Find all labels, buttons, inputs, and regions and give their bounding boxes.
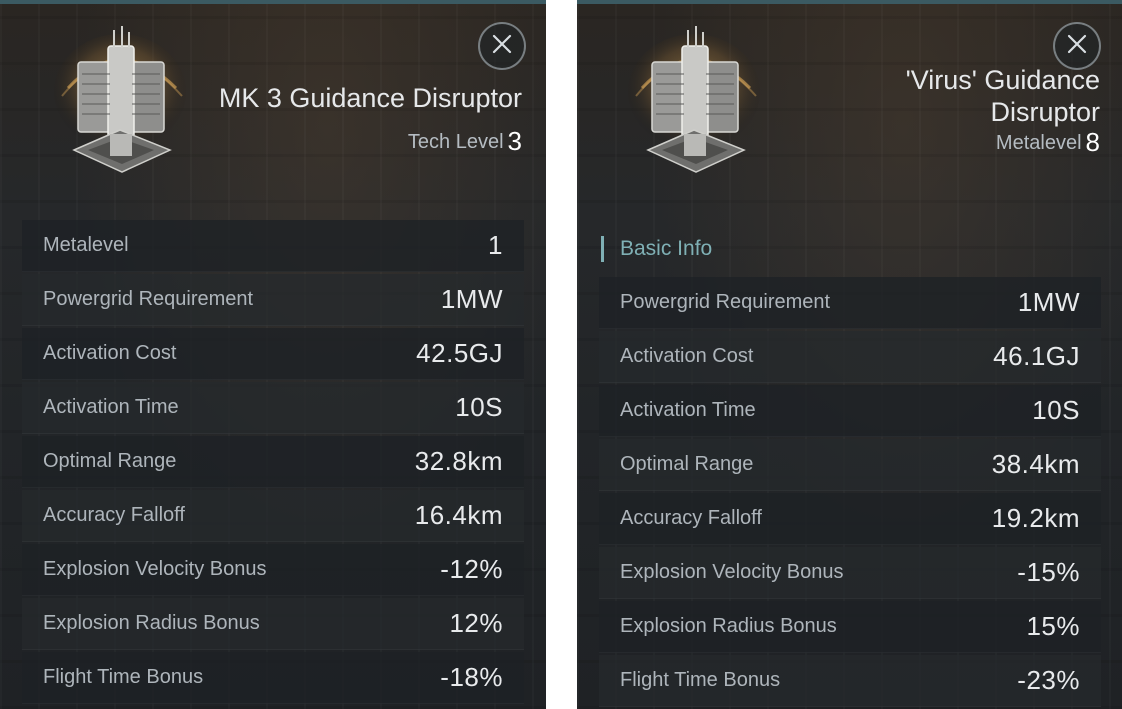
stat-row: Explosion Velocity Bonus -12% [22, 544, 524, 596]
stat-row: Explosion Radius Bonus 15% [599, 601, 1101, 653]
metalevel-value: 8 [1085, 127, 1100, 157]
close-icon [1066, 33, 1088, 59]
guidance-disruptor-module-icon [48, 22, 198, 182]
stat-label: Flight Time Bonus [43, 666, 204, 688]
stat-value: -18% [440, 662, 503, 692]
stat-value: 42.5GJ [416, 338, 503, 368]
stat-label: Optimal Range [620, 453, 754, 475]
stat-label: Powergrid Requirement [620, 291, 831, 313]
section-label: Basic Info [620, 237, 713, 260]
item-title: 'Virus' Guidance Disruptor [905, 65, 1100, 127]
stat-label: Explosion Radius Bonus [620, 615, 837, 637]
stats-table: Powergrid Requirement 1MW Activation Cost… [599, 277, 1101, 709]
stat-row: Optimal Range 38.4km [599, 439, 1101, 491]
stat-label: Activation Time [620, 399, 756, 421]
stat-label: Metalevel [43, 234, 129, 256]
metalevel: Metalevel 8 [996, 127, 1100, 158]
stat-row: Metalevel 1 [22, 220, 524, 272]
stat-row: Activation Cost 46.1GJ [599, 331, 1101, 383]
stat-row: Activation Cost 42.5GJ [22, 328, 524, 380]
stat-row: Explosion Radius Bonus 12% [22, 598, 524, 650]
panel-top-accent [577, 0, 1122, 4]
stat-row: Activation Time 10S [599, 385, 1101, 437]
stat-value: 15% [1026, 611, 1080, 641]
stat-value: 19.2km [991, 503, 1080, 533]
stat-value: 1MW [440, 284, 503, 314]
stat-value: 1MW [1017, 287, 1080, 317]
close-button[interactable] [478, 22, 526, 70]
stat-label: Explosion Radius Bonus [43, 612, 260, 634]
stat-label: Explosion Velocity Bonus [620, 561, 844, 583]
stat-value: 38.4km [991, 449, 1080, 479]
stat-row: Powergrid Requirement 1MW [22, 274, 524, 326]
stat-row: Optimal Range 32.8km [22, 436, 524, 488]
stat-label: Accuracy Falloff [620, 507, 762, 529]
tech-level: Tech Level 3 [408, 126, 522, 157]
item-title: MK 3 Guidance Disruptor [218, 83, 522, 113]
stat-row: Flight Time Bonus -18% [22, 652, 524, 704]
guidance-disruptor-module-icon [622, 22, 772, 182]
stat-value: 16.4km [414, 500, 503, 530]
stat-label: Flight Time Bonus [620, 669, 781, 691]
stat-row: Activation Time 10S [22, 382, 524, 434]
stat-value: 32.8km [414, 446, 503, 476]
stat-value: 10S [455, 392, 503, 422]
stat-value: 46.1GJ [993, 341, 1080, 371]
stat-label: Activation Time [43, 396, 179, 418]
stat-label: Activation Cost [620, 345, 754, 367]
tech-level-value: 3 [507, 126, 522, 156]
stat-row: Accuracy Falloff 19.2km [599, 493, 1101, 545]
stat-value: -15% [1017, 557, 1080, 587]
stat-label: Optimal Range [43, 450, 177, 472]
section-header-basic-info[interactable]: Basic Info [601, 236, 712, 262]
stat-label: Explosion Velocity Bonus [43, 558, 267, 580]
stat-value: -12% [440, 554, 503, 584]
metalevel-label: Metalevel [995, 132, 1082, 154]
stat-value: 1 [488, 230, 503, 260]
stat-value: 10S [1032, 395, 1080, 425]
stats-table: Metalevel 1 Powergrid Requirement 1MW Acti… [22, 220, 524, 706]
stat-row: Powergrid Requirement 1MW [599, 277, 1101, 329]
stat-value: 12% [449, 608, 503, 638]
stat-label: Activation Cost [43, 342, 177, 364]
section-accent-bar [601, 236, 604, 262]
panel-top-accent [0, 0, 546, 4]
stat-row: Accuracy Falloff 16.4km [22, 490, 524, 542]
stat-value: -23% [1017, 665, 1080, 695]
item-info-panel-left: MK 3 Guidance Disruptor Tech Level 3 Meta… [0, 0, 546, 709]
tech-level-label: Tech Level [407, 131, 504, 153]
stat-label: Accuracy Falloff [43, 504, 185, 526]
close-icon [491, 33, 513, 59]
stat-row: Explosion Velocity Bonus -15% [599, 547, 1101, 599]
stat-row: Flight Time Bonus -23% [599, 655, 1101, 707]
close-button[interactable] [1053, 22, 1101, 70]
item-info-panel-right: 'Virus' Guidance Disruptor Metalevel 8 Ba… [577, 0, 1122, 709]
stat-label: Powergrid Requirement [43, 288, 254, 310]
